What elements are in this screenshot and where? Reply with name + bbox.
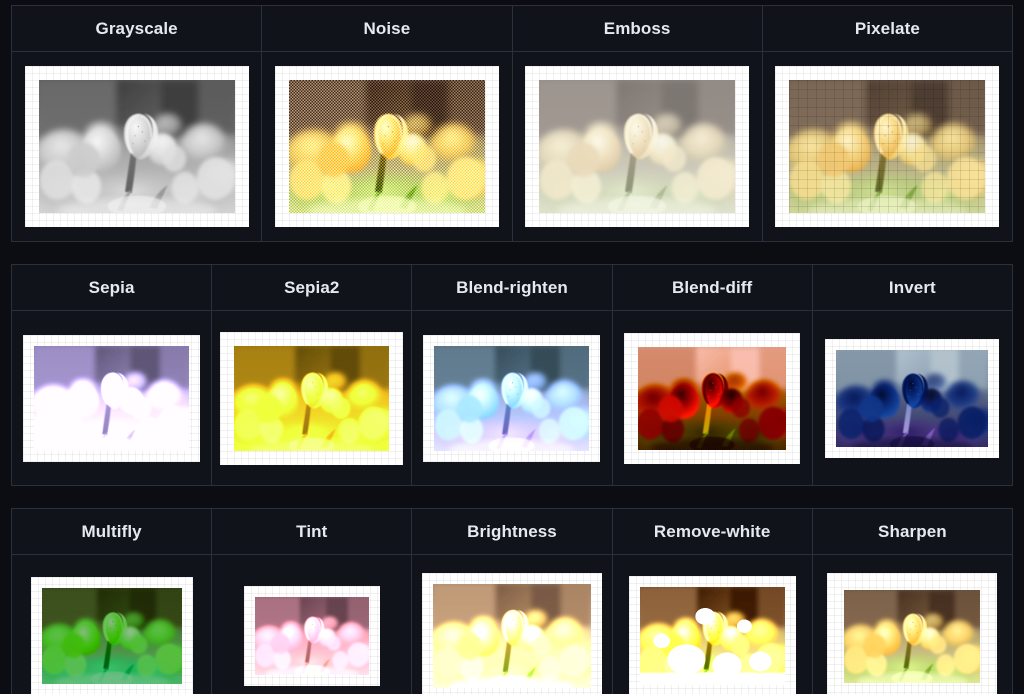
photo-frame bbox=[220, 332, 403, 465]
photo-frame bbox=[423, 335, 600, 462]
table-spacer bbox=[11, 242, 1013, 264]
cell-sepia[interactable] bbox=[10, 310, 213, 486]
photo-frame bbox=[31, 577, 193, 694]
tulip-image-brightness bbox=[433, 584, 591, 688]
column-header-multifly: Multifly bbox=[10, 508, 213, 555]
cell-remove-white[interactable] bbox=[611, 554, 813, 694]
column-header-remove-white: Remove-white bbox=[611, 508, 813, 555]
tulip-image-blend-diff bbox=[638, 347, 786, 450]
column-header-sepia: Sepia bbox=[10, 264, 213, 311]
filter-table-1: Grayscale Noise Emboss Pixelate bbox=[10, 5, 1014, 242]
table-spacer bbox=[11, 486, 1013, 508]
filter-table-2: Sepia Sepia2 Blend-righten Blend-diff In… bbox=[10, 264, 1014, 486]
column-header-pixelate: Pixelate bbox=[761, 5, 1014, 52]
cell-sharpen[interactable] bbox=[811, 554, 1014, 694]
photo-frame bbox=[422, 573, 602, 694]
cell-brightness[interactable] bbox=[411, 554, 613, 694]
table-row bbox=[10, 51, 1014, 242]
tulip-image-emboss bbox=[539, 80, 735, 213]
column-header-blend-diff: Blend-diff bbox=[611, 264, 813, 311]
tulip-image-pixelate bbox=[789, 80, 986, 213]
filter-gallery-page: Grayscale Noise Emboss Pixelate Sepia Se… bbox=[0, 0, 1024, 694]
cell-noise[interactable] bbox=[261, 51, 513, 242]
photo-frame bbox=[525, 66, 749, 227]
cell-tint[interactable] bbox=[211, 554, 413, 694]
cell-invert[interactable] bbox=[811, 310, 1014, 486]
tulip-image-blend-righten bbox=[434, 346, 589, 451]
column-header-noise: Noise bbox=[261, 5, 513, 52]
photo-frame bbox=[25, 66, 249, 227]
photo-frame bbox=[827, 573, 997, 694]
table-row bbox=[10, 554, 1014, 694]
cell-blend-diff[interactable] bbox=[611, 310, 813, 486]
tulip-image-noise bbox=[288, 80, 485, 213]
photo-frame bbox=[275, 66, 499, 227]
column-header-brightness: Brightness bbox=[411, 508, 613, 555]
tulip-image-sepia2 bbox=[234, 346, 389, 451]
column-header-invert: Invert bbox=[811, 264, 1014, 311]
photo-frame bbox=[775, 66, 999, 227]
cell-pixelate[interactable] bbox=[761, 51, 1014, 242]
column-header-blend-righten: Blend-righten bbox=[411, 264, 613, 311]
photo-frame bbox=[629, 576, 796, 694]
tulip-image-invert bbox=[836, 350, 988, 447]
photo-frame bbox=[23, 335, 200, 462]
column-header-tint: Tint bbox=[211, 508, 413, 555]
column-header-grayscale: Grayscale bbox=[10, 5, 263, 52]
cell-sepia2[interactable] bbox=[211, 310, 413, 486]
column-header-sharpen: Sharpen bbox=[811, 508, 1014, 555]
column-header-emboss: Emboss bbox=[511, 5, 763, 52]
photo-frame bbox=[624, 333, 800, 464]
column-header-sepia2: Sepia2 bbox=[211, 264, 413, 311]
cell-blend-righten[interactable] bbox=[411, 310, 613, 486]
cell-multifly[interactable] bbox=[10, 554, 213, 694]
tulip-image-multifly bbox=[42, 588, 182, 684]
cell-grayscale[interactable] bbox=[10, 51, 263, 242]
tulip-image-sepia bbox=[34, 346, 189, 451]
table-header-row: Sepia Sepia2 Blend-righten Blend-diff In… bbox=[10, 264, 1014, 311]
tulip-image-grayscale bbox=[39, 80, 235, 213]
cell-emboss[interactable] bbox=[511, 51, 763, 242]
tulip-image-remove-white bbox=[639, 587, 785, 685]
filter-table-3: Multifly Tint Brightness Remove-white Sh… bbox=[10, 508, 1014, 694]
tulip-image-tint bbox=[255, 597, 369, 675]
table-header-row: Multifly Tint Brightness Remove-white Sh… bbox=[10, 508, 1014, 555]
table-header-row: Grayscale Noise Emboss Pixelate bbox=[10, 5, 1014, 52]
tulip-image-sharpen bbox=[844, 590, 980, 683]
photo-frame bbox=[825, 339, 999, 458]
table-row bbox=[10, 310, 1014, 486]
photo-frame bbox=[244, 586, 380, 686]
